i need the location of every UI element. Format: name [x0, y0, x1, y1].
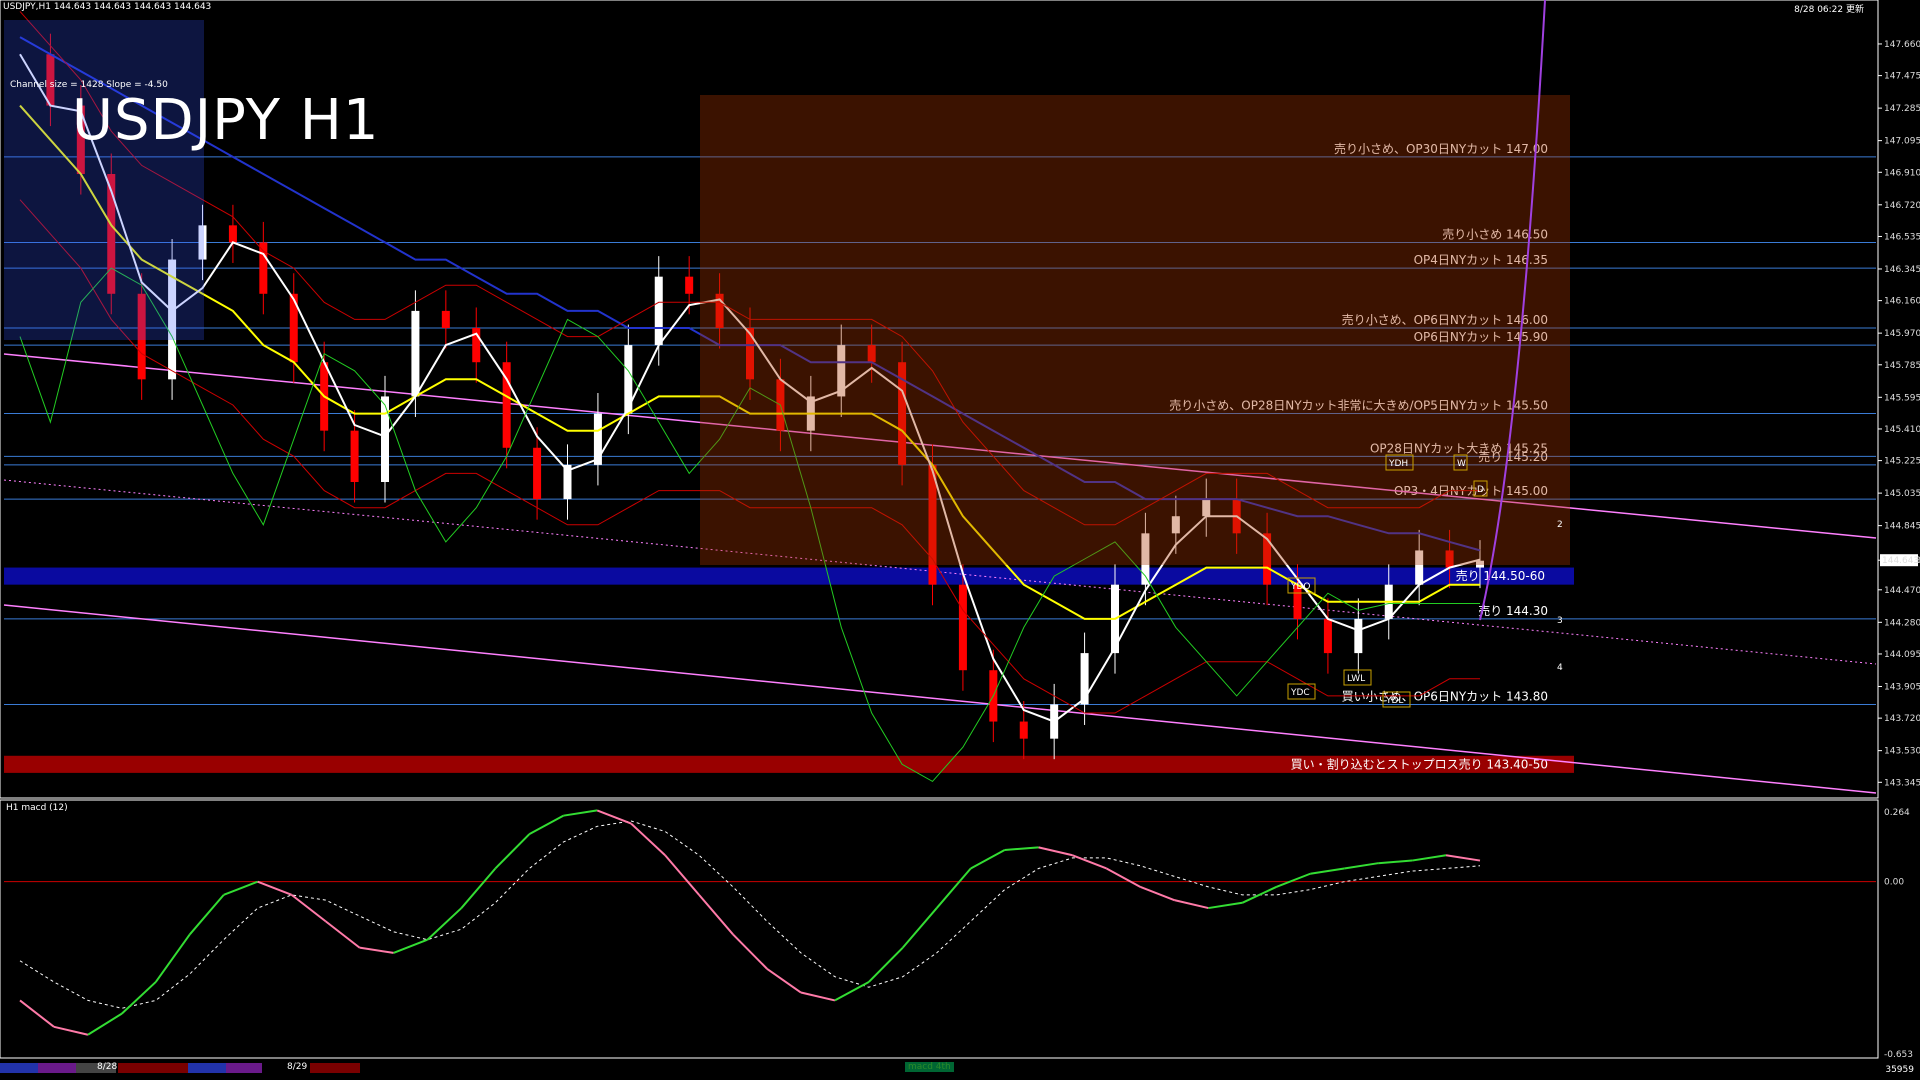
level-label: 売り 144.30	[1478, 603, 1548, 618]
volume-readout: 35959	[1885, 1065, 1914, 1075]
marker-lwl: LWL	[1347, 674, 1365, 684]
candle-body	[1080, 653, 1089, 705]
macd-panel-title: H1 macd (12)	[6, 803, 68, 813]
candle-body	[533, 447, 542, 500]
macd-panel-frame	[0, 799, 1879, 1059]
ichimoku-cloud-left	[4, 20, 204, 340]
candle-body	[381, 396, 389, 482]
candle-body	[1323, 618, 1332, 654]
candle-body	[958, 584, 967, 671]
axis-tick-label: 146.160	[1884, 297, 1920, 307]
axis-tick-label: 143.530	[1884, 747, 1920, 757]
price-axis: 147.660 147.475 147.285 147.095 146.910 146.7…	[1878, 40, 1920, 1060]
marker-ydh: YDH	[1388, 459, 1408, 469]
zone-label: 売り 144.50-60	[1456, 568, 1545, 583]
chart-root: 売り 144.50-60 買い・割り込むとストップロス売り 143.40-50 売り…	[0, 0, 1920, 1060]
candle-body	[654, 276, 663, 346]
axis-tick-label: 146.345	[1884, 265, 1920, 275]
axis-tick-label: 145.970	[1884, 329, 1920, 339]
marker-w: W	[1457, 459, 1466, 469]
ichimoku-cloud	[700, 95, 1570, 565]
axis-tick-label: 145.035	[1884, 489, 1920, 499]
zone-label: 買い・割り込むとストップロス売り 143.40-50	[1291, 756, 1548, 771]
candle-body	[441, 310, 450, 328]
axis-tick-label: 147.095	[1884, 137, 1920, 147]
axis-tick-label: 145.410	[1884, 425, 1920, 435]
axis-tick-label: 143.345	[1884, 778, 1920, 788]
zone-band	[4, 567, 1574, 585]
candle-body	[411, 310, 420, 397]
candle-body	[593, 413, 602, 465]
axis-tick-label: 144.095	[1884, 650, 1920, 660]
marker-ydo: YDO	[1290, 582, 1311, 592]
axis-tick-label: 146.535	[1884, 232, 1920, 242]
axis-tick-label: 143.720	[1884, 714, 1920, 724]
symbol-info: USDJPY,H1 144.643 144.643 144.643 144.64…	[3, 2, 212, 12]
marker-ydc: YDC	[1290, 688, 1310, 698]
axis-tick-label: 144.845	[1884, 522, 1920, 532]
axis-tick-label: 146.720	[1884, 201, 1920, 211]
axis-tick-label: 145.595	[1884, 393, 1920, 403]
axis-tick-label: 147.660	[1884, 40, 1920, 50]
candle-body	[1354, 618, 1363, 654]
axis-tick-label: 147.475	[1884, 72, 1920, 82]
candle-body	[685, 276, 694, 294]
candle-body	[350, 430, 359, 482]
level-label: 買い小さめ、OP6日NYカット 143.80	[1342, 689, 1548, 703]
bottom-timeline: 8/28 8/29 macd 4th	[0, 1062, 1878, 1074]
axis-tick-label: 143.905	[1884, 682, 1920, 692]
axis-tick-label: 144.470	[1884, 586, 1920, 596]
wave-label: 4	[1557, 663, 1563, 673]
macd-axis-label: 0.00	[1884, 878, 1904, 888]
marker-d: D	[1477, 485, 1484, 495]
update-time: 8/28 06:22 更新	[1794, 5, 1864, 15]
candle-body	[228, 225, 237, 243]
footer-watermark: macd 4th	[905, 1062, 954, 1072]
macd-axis-label: -0.653	[1884, 1050, 1913, 1060]
axis-tick-label: 145.225	[1884, 457, 1920, 467]
current-price-label: 144.643	[1882, 556, 1919, 566]
chart-title: USDJPY H1	[72, 88, 380, 153]
date-label-2: 8/29	[287, 1062, 308, 1072]
axis-tick-label: 147.285	[1884, 104, 1920, 114]
axis-tick-label: 146.910	[1884, 168, 1920, 178]
axis-tick-label: 144.280	[1884, 618, 1920, 628]
candle-body	[1019, 721, 1028, 739]
axis-tick-label: 145.785	[1884, 361, 1920, 371]
macd-axis-label: 0.264	[1884, 808, 1910, 818]
wave-label: 2	[1557, 520, 1563, 530]
wave-label: 3	[1557, 616, 1563, 626]
date-label-1: 8/28	[97, 1062, 118, 1072]
candle-body	[259, 242, 268, 294]
marker-ydl: YDL	[1385, 696, 1403, 706]
